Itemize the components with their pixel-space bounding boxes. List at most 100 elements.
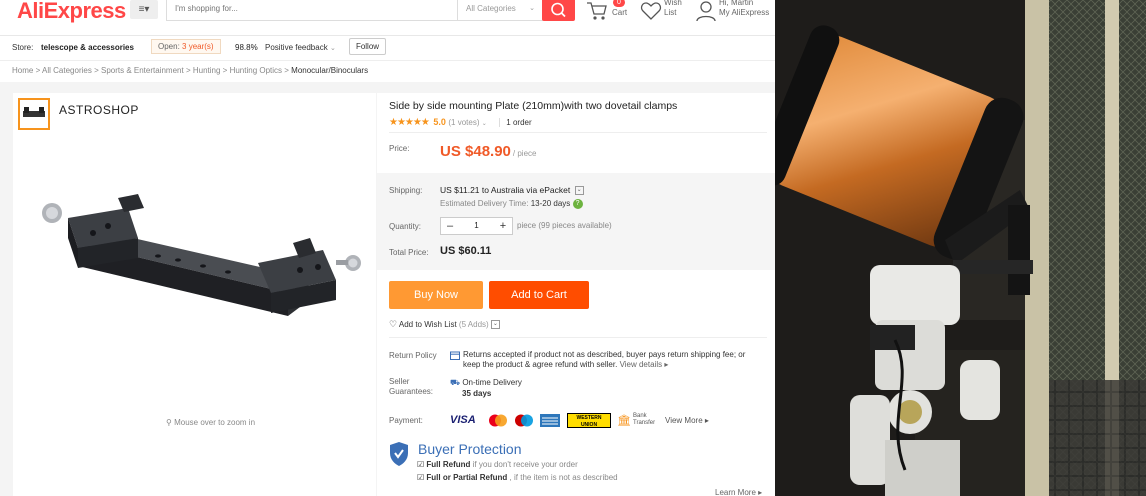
chevron-down-icon: ⌄ <box>481 121 487 127</box>
account-link[interactable]: Hi, Martin My AliExpress <box>695 0 775 22</box>
votes-dropdown[interactable]: (1 votes) ⌄ <box>448 118 486 127</box>
bank-label-line1: Bank <box>633 413 647 419</box>
breadcrumb-sports[interactable]: Sports & Entertainment <box>101 66 184 75</box>
return-text: Returns accepted if product not as descr… <box>463 350 746 369</box>
store-name-link[interactable]: telescope & accessories <box>41 43 134 52</box>
product-page: AliExpress ≡▾ All Categories ⌄ 0 Cart <box>0 0 775 496</box>
my-aliexpress-label: My AliExpress <box>719 8 770 17</box>
zoom-hint-text: Mouse over to zoom in <box>174 418 256 427</box>
wish-label-line1: Wish <box>664 0 682 7</box>
quantity-increase-button[interactable]: + <box>494 218 512 234</box>
quantity-stepper: – 1 + <box>440 217 513 235</box>
search-input[interactable] <box>175 4 445 13</box>
bank-transfer-icon: 🏛 Bank Transfer <box>617 413 661 428</box>
add-to-wish-list[interactable]: ♡ Add to Wish List (5 Adds) ⌄ <box>389 319 500 330</box>
plate-thumbnail-image <box>23 107 45 117</box>
view-more-payment-link[interactable]: View More ▸ <box>665 416 709 425</box>
seller-guarantees-label: Seller Guarantees: <box>389 377 433 397</box>
open-label: Open: <box>158 42 180 51</box>
quantity-input[interactable]: 1 <box>459 218 494 234</box>
breadcrumb-separator: > <box>284 66 289 75</box>
quantity-decrease-button[interactable]: – <box>441 218 459 234</box>
view-more-label: View More <box>665 416 703 425</box>
price-value: US $48.90 <box>440 143 511 160</box>
breadcrumb-all-categories[interactable]: All Categories <box>42 66 92 75</box>
breadcrumb-hunting-optics[interactable]: Hunting Optics <box>230 66 282 75</box>
store-open-badge: Open: 3 year(s) <box>151 39 221 54</box>
ontime-label: On-time Delivery <box>462 378 522 387</box>
price-label: Price: <box>389 144 410 153</box>
mastercard-icon <box>489 414 507 427</box>
breadcrumb-home[interactable]: Home <box>12 66 33 75</box>
payment-methods: VISA WESTERN UNION 🏛 Bank Transfer View … <box>450 413 770 429</box>
product-price: US $48.90/ piece <box>440 143 536 160</box>
telescope-photo <box>775 0 1146 496</box>
breadcrumb-hunting[interactable]: Hunting <box>193 66 221 75</box>
feedback-percent: 98.8% <box>235 43 258 52</box>
order-count: 1 order <box>499 118 532 127</box>
visa-icon: VISA <box>450 414 476 426</box>
heart-icon: ♡ <box>389 319 398 329</box>
cart-link[interactable]: 0 Cart <box>585 0 635 22</box>
search-icon <box>551 2 566 18</box>
telescope-mount-image <box>775 0 1146 496</box>
star-rating-icons: ★★★★★ <box>389 117 430 128</box>
store-bar: Store: telescope & accessories Open: 3 y… <box>0 36 775 61</box>
eta-value: 13-20 days <box>530 199 571 209</box>
help-icon[interactable]: ? <box>572 199 583 209</box>
total-price: US $60.11 <box>440 245 492 257</box>
shipping-text: US $11.21 to Australia via ePacket <box>440 185 571 195</box>
total-price-label: Total Price: <box>389 248 429 257</box>
seller-label-line2: Guarantees: <box>389 387 434 396</box>
chevron-down-icon: ⌄ <box>529 5 535 12</box>
magnifier-icon: ⚲ <box>166 418 172 427</box>
wish-list-link[interactable]: Wish List <box>640 0 690 22</box>
quantity-available: piece (99 pieces available) <box>517 221 612 230</box>
category-menu-button[interactable]: ≡▾ <box>130 0 158 19</box>
breadcrumb-separator: > <box>185 66 191 75</box>
product-gallery: ASTROSHOP ⚲ Mouse over to zoom in <box>13 93 376 496</box>
search-button[interactable] <box>542 0 575 21</box>
full-refund-line: ☑ Full Refund if you don't receive your … <box>417 460 578 469</box>
bank-icon: 🏛 <box>617 415 631 427</box>
cart-count-badge: 0 <box>613 0 625 7</box>
breadcrumb-separator: > <box>222 66 228 75</box>
product-info-panel: Side by side mounting Plate (210mm)with … <box>377 93 775 496</box>
amex-icon <box>540 414 560 427</box>
divider <box>389 132 767 133</box>
eta-label: Estimated Delivery Time: <box>440 199 529 209</box>
aliexpress-logo[interactable]: AliExpress <box>17 0 126 24</box>
view-details-label: View details <box>619 360 663 369</box>
rating-row: ★★★★★ 5.0 (1 votes) ⌄ 1 order <box>389 117 532 128</box>
checkbox-icon: ☑ <box>417 473 425 482</box>
on-time-delivery: ⛟ On-time Delivery 35 days <box>450 377 522 399</box>
shipping-method-dropdown[interactable]: US $11.21 to Australia via ePacket ⌄ <box>440 185 584 196</box>
bank-label-line2: Transfer <box>633 420 656 426</box>
seller-label-line1: Seller <box>389 377 410 386</box>
follow-button[interactable]: Follow <box>349 38 386 55</box>
search-bar: All Categories ⌄ <box>166 0 543 21</box>
view-details-link[interactable]: View details ▸ <box>620 360 669 369</box>
return-policy-label: Return Policy <box>389 351 437 360</box>
price-unit: / piece <box>512 149 537 158</box>
learn-more-label: Learn More <box>715 488 756 496</box>
breadcrumb: Home > All Categories > Sports & Enterta… <box>12 66 368 75</box>
votes-count: (1 votes) <box>448 118 480 127</box>
buy-now-button[interactable]: Buy Now <box>389 281 483 309</box>
cart-icon <box>587 2 607 20</box>
positive-feedback-dropdown[interactable]: Positive feedback ⌄ <box>265 43 336 52</box>
top-header: AliExpress ≡▾ All Categories ⌄ 0 Cart <box>0 0 775 36</box>
product-thumbnail[interactable] <box>18 98 50 130</box>
store-brand-logo: ASTROSHOP <box>59 103 139 117</box>
feedback-label: Positive feedback <box>265 43 328 52</box>
product-main-image[interactable] <box>38 188 368 348</box>
buyer-protection-title: Buyer Protection <box>418 441 522 457</box>
store-label: Store: <box>12 43 34 52</box>
breadcrumb-monocular[interactable]: Monocular/Binoculars <box>291 66 368 75</box>
learn-more-link[interactable]: Learn More ▸ <box>715 488 762 496</box>
chevron-down-icon: ⌄ <box>490 320 500 330</box>
wish-label-line2: List <box>664 8 677 17</box>
full-refund-bold: Full Refund <box>426 460 471 469</box>
add-to-cart-button[interactable]: Add to Cart <box>489 281 589 309</box>
search-category-select[interactable]: All Categories ⌄ <box>457 0 544 20</box>
